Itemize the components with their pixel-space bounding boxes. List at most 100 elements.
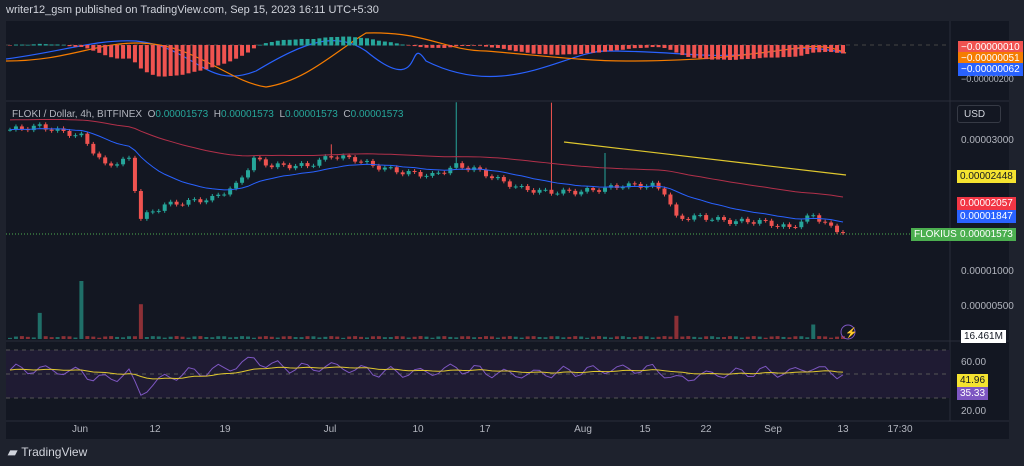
macd-histogram-bar — [287, 39, 292, 46]
volume-bar — [412, 336, 417, 339]
macd-histogram-bar — [329, 37, 334, 46]
high-value: 0.00001573 — [221, 109, 274, 120]
macd-histogram-bar — [704, 45, 709, 60]
volume-bar — [127, 336, 131, 339]
macd-histogram-bar — [97, 45, 102, 53]
candle-body — [127, 157, 131, 159]
volume-bar — [394, 336, 399, 339]
volume-bar — [269, 336, 274, 339]
time-tick: 10 — [412, 424, 424, 435]
volume-bar — [85, 336, 90, 339]
volume-bar — [275, 337, 280, 339]
volume-bar — [436, 336, 441, 339]
macd-histogram-bar — [519, 45, 524, 52]
candle-body — [835, 225, 840, 233]
tradingview-brand[interactable]: ▰ TradingView — [8, 445, 87, 459]
candle-body — [138, 191, 143, 219]
macd-histogram-bar — [495, 45, 500, 48]
volume-bar — [132, 336, 137, 339]
volume-bar — [109, 336, 114, 339]
symbol-legend[interactable]: FLOKI / Dollar, 4h, BITFINEX O0.00001573… — [12, 109, 403, 120]
candle-body — [115, 164, 120, 166]
candle-body — [150, 211, 155, 213]
candle-body — [67, 130, 72, 136]
volume-bar — [263, 336, 268, 339]
candle-body — [311, 165, 316, 167]
publisher-header: writer12_gsm published on TradingView.co… — [6, 4, 379, 16]
volume-bar — [323, 336, 328, 339]
volume-bar — [240, 336, 245, 339]
time-tick: Aug — [574, 424, 592, 435]
macd-histogram-bar — [91, 45, 96, 51]
macd-histogram-bar — [436, 45, 441, 48]
volume-bar — [210, 337, 215, 339]
candle-body — [192, 199, 197, 201]
candle-body — [335, 157, 340, 159]
candle-body — [222, 194, 227, 196]
candle-body — [739, 218, 744, 222]
candle-body — [347, 155, 352, 158]
candle-body — [704, 215, 709, 220]
candle-body — [121, 158, 126, 165]
volume-bar — [626, 337, 631, 339]
volume-bar — [805, 337, 810, 339]
macd-histogram-bar — [251, 45, 256, 49]
volume-bar — [745, 336, 750, 339]
volume-bar — [484, 336, 488, 339]
volume-bar — [454, 337, 459, 339]
volume-bar — [757, 336, 762, 339]
volume-bar — [335, 336, 340, 339]
close-label: C — [343, 109, 351, 120]
volume-bar — [692, 336, 697, 339]
chart-area[interactable]: ⚡ FLOKI / Dollar, 4h, BITFINEX O0.000015… — [6, 21, 1023, 439]
macd-histogram-bar — [710, 45, 715, 60]
candle-body — [543, 189, 548, 191]
volume-bar — [222, 336, 227, 339]
candle-body — [19, 126, 24, 130]
candle-body — [585, 187, 590, 192]
volume-bar — [329, 336, 334, 339]
currency-button[interactable]: USD — [957, 105, 1001, 123]
volume-bar — [519, 337, 524, 339]
volume-bar — [43, 336, 48, 339]
macd-histogram-bar — [103, 45, 108, 56]
volume-bar — [19, 336, 24, 339]
volume-bar — [537, 337, 542, 339]
candle-body — [507, 181, 512, 187]
candle-body — [180, 204, 185, 206]
macd-histogram-bar — [341, 36, 346, 46]
candle-body — [632, 183, 637, 185]
macd-histogram-bar — [317, 38, 322, 46]
candle-body — [388, 167, 393, 169]
macd-histogram-bar — [632, 45, 637, 49]
candle-body — [168, 201, 173, 205]
volume-bar — [31, 337, 36, 339]
macd-histogram-bar — [561, 45, 566, 55]
candle-body — [579, 191, 584, 195]
volume-bar — [180, 336, 185, 339]
macd-histogram-bar — [246, 45, 250, 53]
volume-bar — [55, 337, 60, 339]
macd-histogram-bar — [835, 45, 840, 53]
candle-body — [811, 215, 816, 217]
macd-histogram-bar — [43, 44, 48, 46]
candle-body — [573, 190, 578, 195]
macd-histogram-bar — [507, 45, 512, 51]
volume-bar — [418, 336, 423, 339]
candle-body — [73, 135, 78, 137]
rsi-lower-tick: 20.00 — [961, 406, 987, 417]
volume-bar — [228, 337, 233, 339]
volume-bar — [632, 337, 637, 339]
candle-body — [132, 157, 137, 192]
volume-bar — [478, 336, 483, 339]
time-tick: Jun — [71, 424, 89, 435]
macd-histogram-bar — [817, 45, 822, 53]
volume-bar — [466, 336, 471, 339]
brand-name: TradingView — [21, 445, 88, 459]
macd-histogram-bar — [168, 45, 173, 76]
macd-histogram-bar — [257, 44, 262, 46]
macd-histogram-bar — [394, 43, 399, 46]
last-price-label: 0.00001573 — [957, 228, 1016, 241]
chart-canvas[interactable]: ⚡ — [6, 21, 1009, 439]
candle-body — [829, 222, 834, 226]
